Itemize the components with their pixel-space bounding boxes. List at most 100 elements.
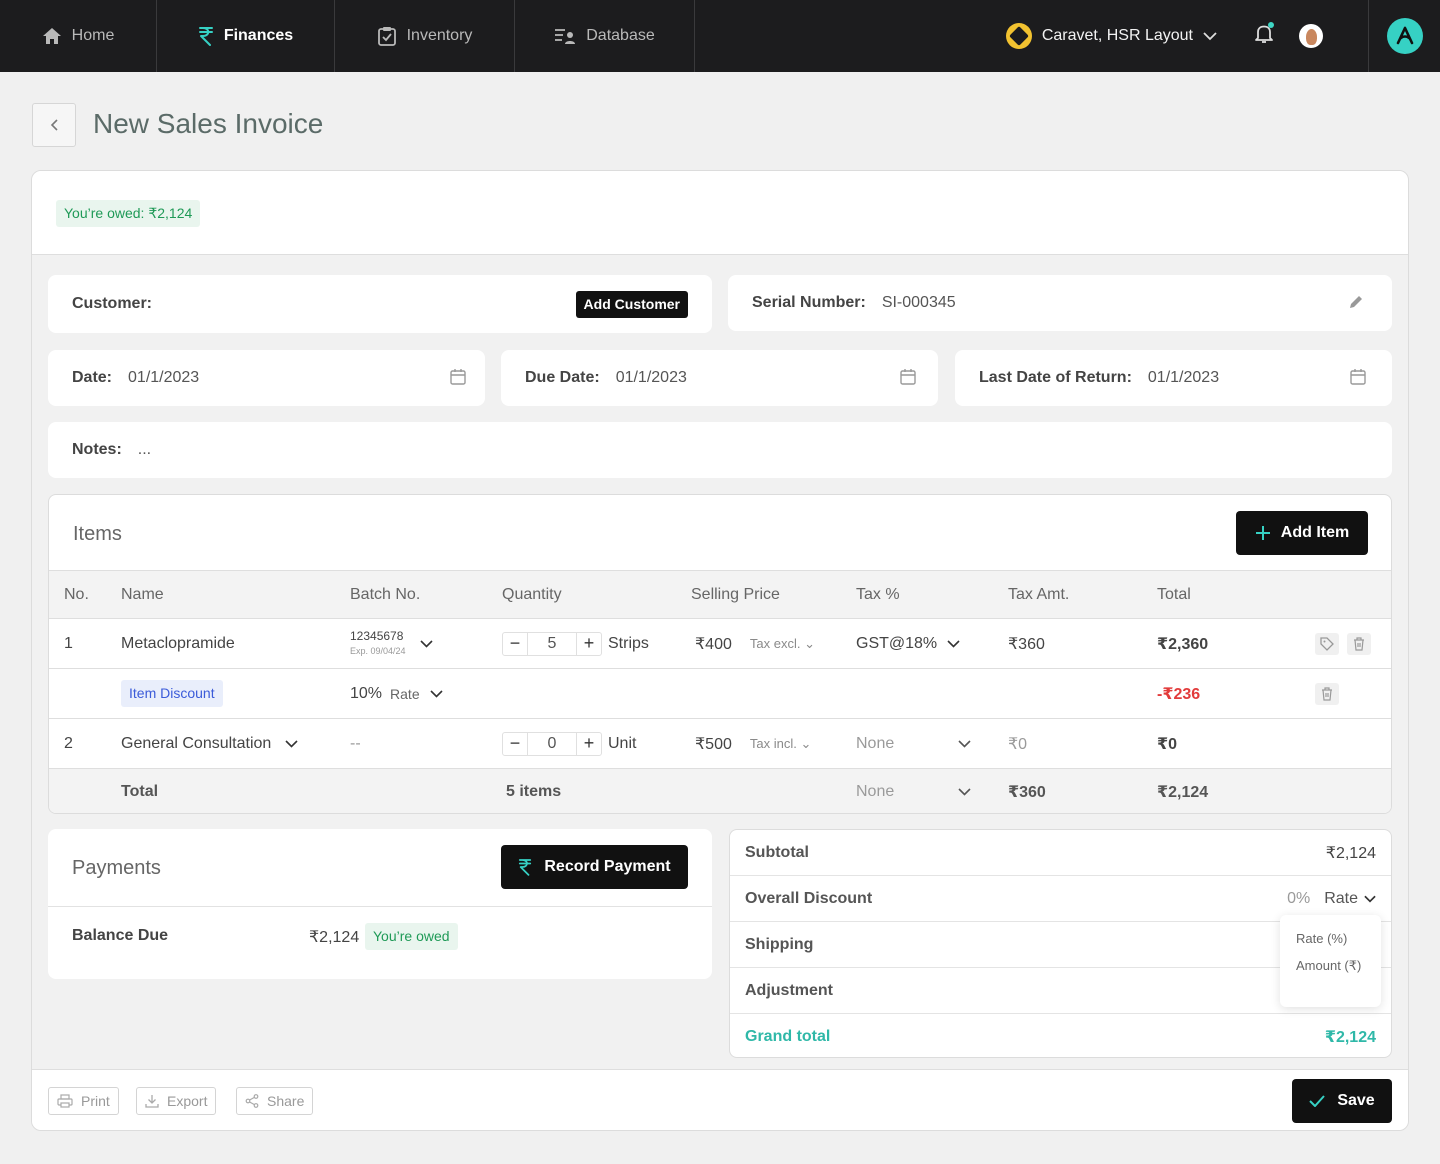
notes-label: Notes: <box>72 441 122 458</box>
tax-mode-select[interactable]: Tax incl. ⌄ <box>750 736 811 752</box>
item-discount-badge[interactable]: Item Discount <box>121 680 223 707</box>
printer-icon <box>57 1094 73 1108</box>
notifications-button[interactable] <box>1255 21 1274 49</box>
balance-due-value: ₹2,124 <box>309 929 360 946</box>
total-tax-value: None <box>856 783 895 800</box>
col-selling-price: Selling Price <box>691 585 780 603</box>
notes-field[interactable]: Notes: ... <box>48 422 1392 478</box>
calendar-icon[interactable] <box>450 368 466 385</box>
save-button[interactable]: Save <box>1292 1079 1392 1123</box>
rupee-icon <box>519 859 532 876</box>
discount-mode-select[interactable]: Rate <box>1324 890 1376 908</box>
plus-icon <box>1255 526 1270 540</box>
calendar-icon[interactable] <box>900 368 916 385</box>
trash-icon[interactable] <box>1347 632 1371 655</box>
calendar-icon[interactable] <box>1350 368 1366 385</box>
tax-select[interactable]: None <box>856 719 971 768</box>
serial-value: SI-000345 <box>881 294 956 311</box>
row-number: 1 <box>64 634 73 652</box>
date-value: 01/1/2023 <box>128 369 200 386</box>
serial-label: Serial Number: <box>752 294 866 311</box>
owed-badge: You’re owed: ₹2,124 <box>56 200 201 227</box>
chevron-down-icon <box>958 788 971 796</box>
rupee-icon <box>198 27 213 46</box>
divider <box>48 906 712 907</box>
tab-database[interactable]: Database <box>515 0 695 72</box>
grand-total-amount: ₹2,124 <box>1324 1028 1376 1046</box>
user-list-icon <box>555 29 576 44</box>
tab-home[interactable]: Home <box>0 0 157 72</box>
balance-due-label: Balance Due <box>72 927 169 944</box>
items-title: Items <box>73 523 122 545</box>
quantity-stepper[interactable]: − 5 + Strips <box>502 619 649 668</box>
record-payment-button[interactable]: Record Payment <box>501 845 688 889</box>
col-name: Name <box>121 585 164 603</box>
tax-value: GST@18% <box>856 634 938 652</box>
discount-actions <box>1315 669 1339 718</box>
date-field[interactable]: Date: 01/1/2023 <box>48 350 485 406</box>
add-item-button[interactable]: Add Item <box>1236 511 1368 555</box>
tab-finances[interactable]: Finances <box>157 0 335 72</box>
quantity-unit: Strips <box>608 634 649 652</box>
quantity-value[interactable]: 0 <box>527 732 577 755</box>
chevron-down-icon <box>947 639 960 648</box>
share-label: Share <box>267 1093 305 1109</box>
avatar[interactable] <box>1299 24 1323 48</box>
tax-mode-select[interactable]: Tax excl. ⌄ <box>750 636 815 652</box>
shipping-label: Shipping <box>745 935 814 953</box>
discount-mode[interactable]: Rate <box>390 686 420 702</box>
batch-expiry: Exp. 09/04/24 <box>350 645 406 656</box>
items-total-row: Total 5 items None ₹360 ₹2,124 <box>49 768 1391 813</box>
table-row: 2 General Consultation -- − 0 + Unit ₹50… <box>49 718 1391 768</box>
price-value: ₹400 <box>695 635 732 653</box>
trash-icon[interactable] <box>1315 682 1339 705</box>
increment-button[interactable]: + <box>577 633 601 655</box>
overall-discount-label: Overall Discount <box>745 889 873 907</box>
top-navigation: Home Finances Inventory Database Caravet… <box>0 0 1440 72</box>
tax-select[interactable]: GST@18% <box>856 619 960 668</box>
payments-panel: Payments Record Payment Balance Due ₹2,1… <box>48 829 712 979</box>
back-button[interactable] <box>32 103 76 147</box>
org-switcher[interactable]: Caravet, HSR Layout <box>1005 23 1217 49</box>
print-label: Print <box>81 1093 110 1109</box>
total-tax-select[interactable]: None <box>856 769 971 813</box>
quantity-stepper[interactable]: − 0 + Unit <box>502 719 636 768</box>
item-name: Metaclopramide <box>121 634 235 652</box>
quantity-unit: Unit <box>608 734 637 752</box>
dropdown-option-rate[interactable]: Rate (%) <box>1280 925 1381 952</box>
brand-menu[interactable] <box>1368 0 1440 72</box>
return-date-field[interactable]: Last Date of Return: 01/1/2023 <box>955 350 1392 406</box>
discount-value[interactable]: 10% <box>350 685 382 703</box>
pencil-icon[interactable] <box>1348 294 1364 310</box>
chevron-down-icon <box>1203 31 1217 40</box>
share-icon <box>245 1094 259 1108</box>
grand-total-row: Grand total ₹2,124 <box>730 1013 1391 1057</box>
due-date-field[interactable]: Due Date: 01/1/2023 <box>501 350 938 406</box>
chevron-down-icon <box>285 739 298 748</box>
export-button[interactable]: Export <box>136 1087 217 1115</box>
overall-discount-value[interactable]: 0% <box>1287 890 1310 908</box>
decrement-button[interactable]: − <box>503 633 527 655</box>
decrement-button[interactable]: − <box>503 733 527 755</box>
price-value: ₹500 <box>695 735 732 753</box>
discount-value-cell[interactable]: 10% Rate <box>350 669 443 718</box>
print-button[interactable]: Print <box>48 1087 119 1115</box>
increment-button[interactable]: + <box>577 733 601 755</box>
discount-row: Item Discount 10% Rate -₹236 <box>49 668 1391 718</box>
payments-title: Payments <box>72 857 161 879</box>
add-customer-button[interactable]: Add Customer <box>575 291 688 318</box>
col-quantity: Quantity <box>502 585 562 603</box>
batch-number: -- <box>350 734 361 752</box>
share-button[interactable]: Share <box>236 1087 314 1115</box>
tag-icon[interactable] <box>1315 632 1339 655</box>
batch-select[interactable]: 12345678 Exp. 09/04/24 <box>350 619 433 668</box>
dropdown-option-amount[interactable]: Amount (₹) <box>1280 952 1381 980</box>
item-name-select[interactable]: General Consultation <box>121 719 298 768</box>
quantity-value[interactable]: 5 <box>527 632 577 655</box>
invoice-card-header: You’re owed: ₹2,124 <box>32 171 1408 255</box>
subtotal-label: Subtotal <box>745 844 809 861</box>
invoice-card: You’re owed: ₹2,124 Customer: Add Custom… <box>31 170 1409 1131</box>
tab-inventory[interactable]: Inventory <box>335 0 515 72</box>
total-count: 5 items <box>506 783 562 800</box>
chevron-down-icon <box>958 739 971 748</box>
